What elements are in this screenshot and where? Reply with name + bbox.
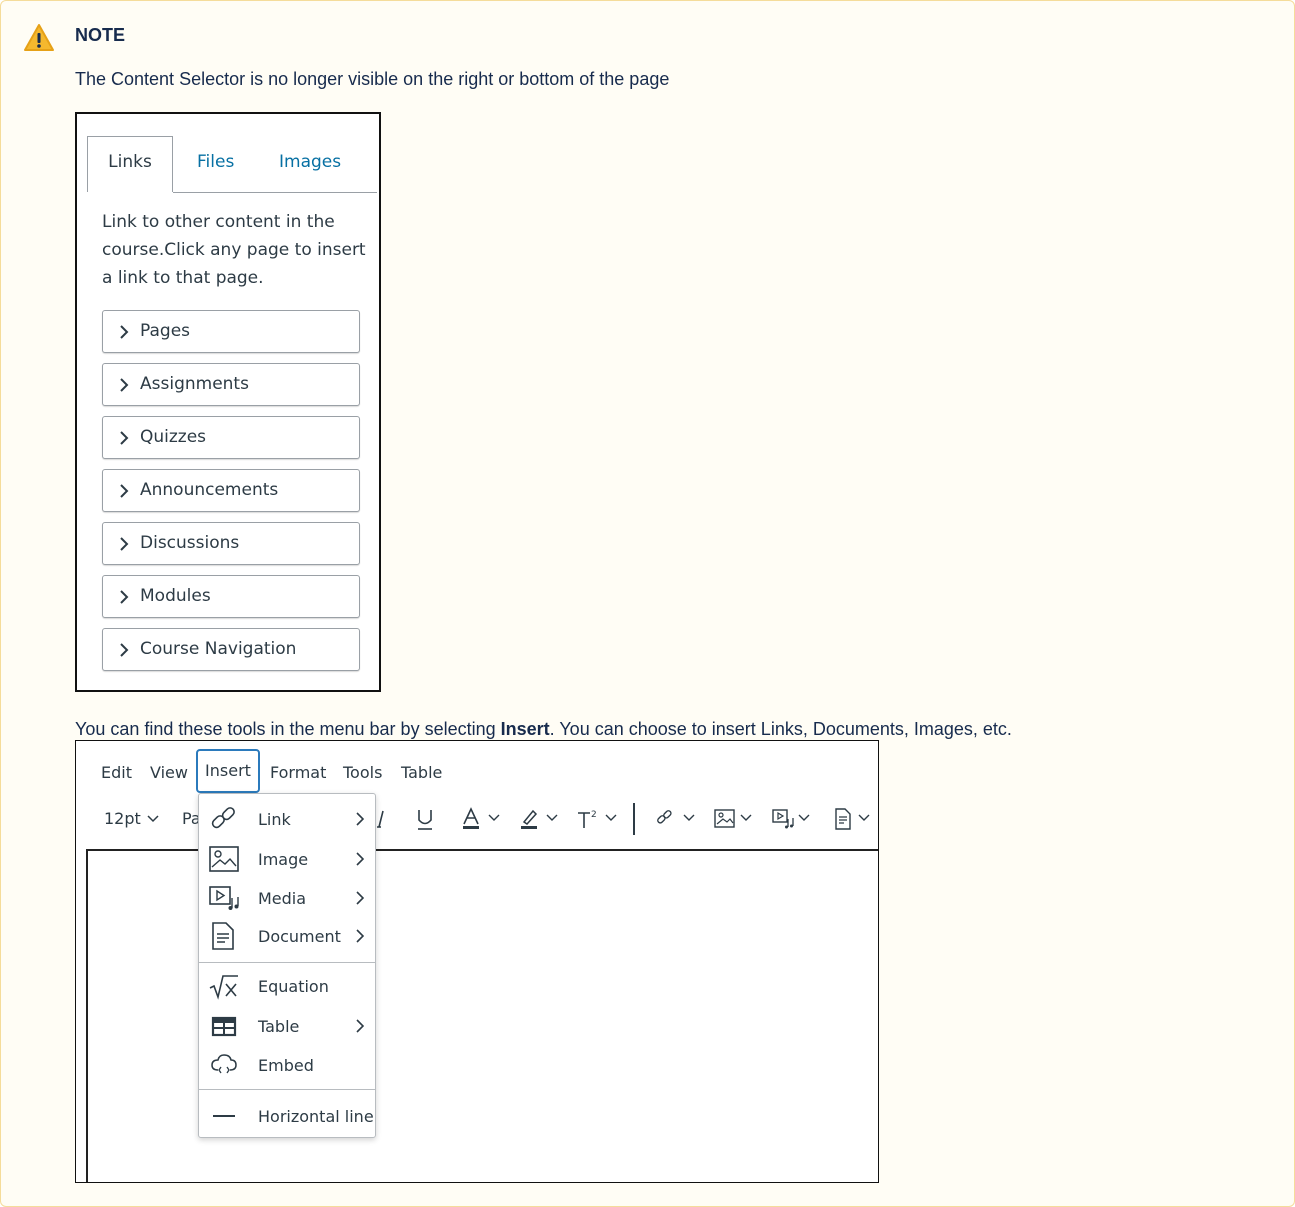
toolbar-divider: [633, 803, 635, 835]
selector-item-label: Announcements: [140, 480, 279, 500]
chevron-right-icon: [120, 484, 129, 498]
table-icon: [211, 1016, 237, 1037]
selector-item-label: Assignments: [140, 374, 249, 394]
chevron-right-icon: [356, 929, 364, 943]
warning-icon: [24, 24, 54, 51]
insert-menu-table[interactable]: Table: [199, 1006, 375, 1044]
menu-view[interactable]: View: [150, 763, 188, 782]
menu-separator: [199, 1089, 375, 1090]
media-icon: [209, 886, 239, 910]
chevron-right-icon: [356, 812, 364, 826]
insert-dropdown-menu: Link Image Media Document Equation Table…: [198, 793, 376, 1138]
tab-links[interactable]: Links: [87, 136, 173, 192]
selector-item-label: Discussions: [140, 533, 240, 553]
note-panel: NOTE The Content Selector is no longer v…: [0, 0, 1295, 1207]
chevron-right-icon: [356, 891, 364, 905]
superscript-icon[interactable]: 2: [576, 807, 622, 831]
insert-menu-label: Horizontal line: [258, 1107, 374, 1126]
selector-item-course-navigation[interactable]: Course Navigation: [102, 628, 360, 671]
paragraph-2-after: . You can choose to insert Links, Docume…: [549, 719, 1012, 739]
selector-item-label: Pages: [140, 321, 191, 341]
media-icon[interactable]: [771, 807, 815, 831]
menu-format[interactable]: Format: [270, 763, 326, 782]
chevron-right-icon: [120, 378, 129, 392]
insert-menu-embed[interactable]: Embed: [199, 1045, 375, 1083]
note-paragraph-2: You can find these tools in the menu bar…: [75, 719, 1012, 740]
svg-text:2: 2: [591, 810, 597, 820]
document-icon: [212, 922, 234, 950]
chevron-right-icon: [356, 1019, 364, 1033]
content-selector-screenshot: Links Files Images Link to other content…: [75, 112, 381, 692]
document-icon[interactable]: [833, 807, 877, 831]
italic-icon[interactable]: [374, 807, 388, 831]
selector-item-announcements[interactable]: Announcements: [102, 469, 360, 512]
selector-item-discussions[interactable]: Discussions: [102, 522, 360, 565]
insert-menu-label: Media: [258, 889, 307, 908]
chevron-right-icon: [120, 643, 129, 657]
underline-icon[interactable]: [415, 807, 435, 831]
selector-item-quizzes[interactable]: Quizzes: [102, 416, 360, 459]
chevron-down-icon[interactable]: [146, 813, 160, 825]
menu-table[interactable]: Table: [401, 763, 442, 782]
chevron-right-icon: [120, 431, 129, 445]
chevron-right-icon: [120, 325, 129, 339]
insert-menu-label: Link: [258, 810, 291, 829]
insert-menu-image[interactable]: Image: [199, 839, 375, 877]
editor-screenshot: Edit View Insert Format Tools Table 12pt…: [75, 740, 879, 1183]
equation-icon: [209, 975, 238, 1000]
chevron-right-icon: [356, 852, 364, 866]
embed-icon: [211, 1054, 237, 1074]
tab-images[interactable]: Images: [279, 152, 341, 172]
insert-menu-equation[interactable]: Equation: [199, 966, 375, 1004]
selector-description: Link to other content in the course.Clic…: [102, 212, 366, 288]
font-size-select[interactable]: 12pt: [104, 809, 141, 828]
note-title: NOTE: [75, 25, 126, 45]
selector-item-label: Course Navigation: [140, 639, 297, 659]
insert-menu-label: Table: [258, 1017, 300, 1036]
menu-edit[interactable]: Edit: [101, 763, 132, 782]
insert-menu-link[interactable]: Link: [199, 799, 375, 837]
insert-menu-document[interactable]: Document: [199, 916, 375, 954]
selector-item-label: Modules: [140, 586, 211, 606]
menu-tools[interactable]: Tools: [343, 763, 382, 782]
selector-item-assignments[interactable]: Assignments: [102, 363, 360, 406]
insert-menu-label: Document: [258, 927, 341, 946]
horizontal-line-icon: [213, 1115, 235, 1117]
link-icon[interactable]: [654, 807, 698, 831]
menu-insert[interactable]: Insert: [196, 749, 260, 793]
note-paragraph-1: The Content Selector is no longer visibl…: [75, 69, 670, 89]
link-icon: [211, 807, 235, 829]
insert-menu-label: Image: [258, 850, 309, 869]
text-color-icon[interactable]: [461, 807, 505, 831]
image-icon[interactable]: [713, 807, 757, 831]
selector-item-label: Quizzes: [140, 427, 207, 447]
highlight-color-icon[interactable]: [519, 807, 563, 831]
selector-item-pages[interactable]: Pages: [102, 310, 360, 353]
insert-menu-media[interactable]: Media: [199, 878, 375, 916]
paragraph-2-bold: Insert: [500, 719, 550, 739]
selector-item-modules[interactable]: Modules: [102, 575, 360, 618]
image-icon: [209, 846, 239, 872]
chevron-right-icon: [120, 537, 129, 551]
tabs-baseline: [173, 192, 377, 193]
menu-separator: [199, 962, 375, 963]
tab-files[interactable]: Files: [197, 152, 234, 172]
insert-menu-label: Embed: [258, 1056, 314, 1075]
paragraph-2-before: You can find these tools in the menu bar…: [75, 719, 501, 739]
chevron-right-icon: [120, 590, 129, 604]
insert-menu-horizontal-line[interactable]: Horizontal line: [199, 1096, 375, 1134]
insert-menu-label: Equation: [258, 977, 329, 996]
